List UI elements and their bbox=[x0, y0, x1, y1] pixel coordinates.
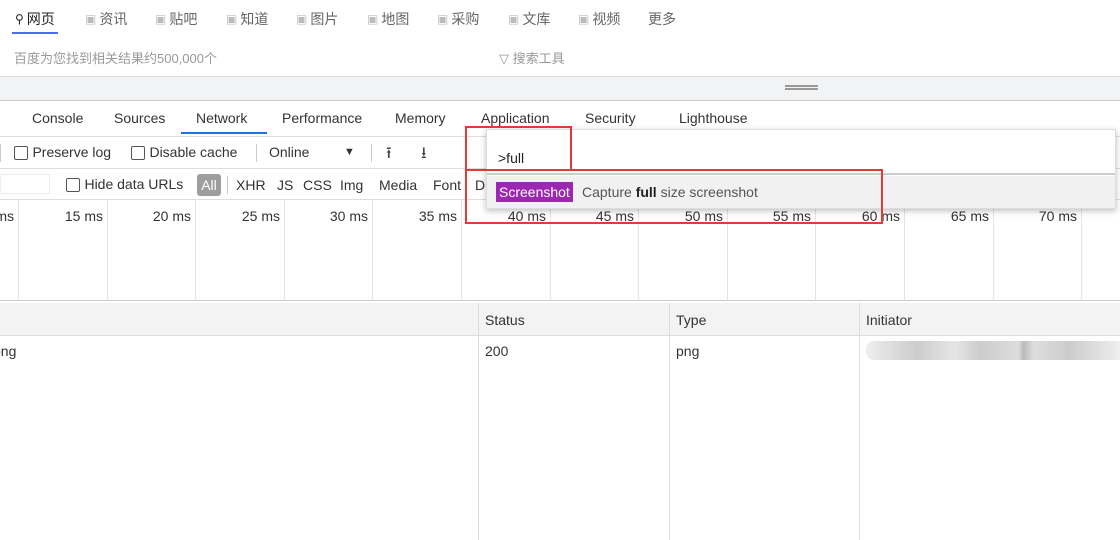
tick-label: 70 ms bbox=[1038, 208, 1077, 224]
devtools-tab-network[interactable]: Network bbox=[196, 110, 247, 126]
row-type: png bbox=[676, 343, 700, 359]
tick-label: 25 ms bbox=[241, 208, 280, 224]
tab-map[interactable]: ▣ 地图 bbox=[367, 9, 409, 29]
tab-tieba[interactable]: ▣ 贴吧 bbox=[155, 9, 197, 29]
tick-label: 20 ms bbox=[152, 208, 191, 224]
tick-line bbox=[107, 200, 108, 301]
map-icon: ▣ bbox=[367, 12, 379, 26]
dropdown-arrow-icon: ▼ bbox=[344, 146, 355, 158]
highlight-box-item bbox=[465, 169, 883, 224]
question-icon: ▣ bbox=[226, 12, 238, 26]
tab-more[interactable]: 更多 bbox=[648, 9, 676, 29]
tick-label: ms bbox=[0, 208, 14, 224]
hide-data-urls-checkbox[interactable]: Hide data URLs bbox=[66, 176, 183, 194]
tab-basket[interactable]: ▣ 采购 bbox=[437, 9, 479, 29]
tieba-icon: ▣ bbox=[155, 12, 167, 26]
filter-img[interactable]: Img bbox=[340, 177, 363, 193]
filter-css[interactable]: CSS bbox=[303, 177, 332, 193]
devtools-resize-bar[interactable] bbox=[0, 76, 1120, 101]
video-icon: ▣ bbox=[578, 12, 590, 26]
row-name[interactable]: png bbox=[0, 343, 16, 359]
row-status: 200 bbox=[485, 343, 509, 359]
devtools-tab-lighthouse[interactable]: Lighthouse bbox=[679, 110, 748, 126]
doc-icon: ▣ bbox=[508, 12, 520, 26]
search-icon: ⚲ bbox=[15, 12, 24, 26]
table-header bbox=[0, 303, 1120, 336]
result-count: 百度为您找到相关结果约500,000个 bbox=[14, 51, 217, 66]
tab-image[interactable]: ▣ 图片 bbox=[296, 9, 338, 29]
tick-line bbox=[284, 200, 285, 301]
tick-label: 35 ms bbox=[418, 208, 457, 224]
tab-question[interactable]: ▣ 知道 bbox=[226, 9, 268, 29]
image-icon: ▣ bbox=[296, 12, 308, 26]
drag-handle-icon[interactable] bbox=[785, 85, 818, 90]
blurred-initiator bbox=[866, 341, 1120, 360]
column-status[interactable]: Status bbox=[485, 312, 525, 328]
devtools-tab-console[interactable]: Console bbox=[32, 110, 83, 126]
tick-label: 15 ms bbox=[64, 208, 103, 224]
tick-label: 65 ms bbox=[950, 208, 989, 224]
tab-video[interactable]: ▣ 视频 bbox=[578, 9, 620, 29]
highlight-box-input bbox=[465, 126, 572, 171]
import-har-icon[interactable]: ⭱ bbox=[386, 142, 392, 169]
tick-line bbox=[372, 200, 373, 301]
tab-news[interactable]: ▣ 资讯 bbox=[85, 9, 127, 29]
tick-line bbox=[461, 200, 462, 301]
devtools-tab-sources[interactable]: Sources bbox=[114, 110, 165, 126]
filter-input[interactable] bbox=[0, 174, 50, 194]
filter-font[interactable]: Font bbox=[433, 177, 461, 193]
tick-line bbox=[18, 200, 19, 301]
export-har-icon[interactable]: ⭳ bbox=[421, 142, 427, 169]
filter-media[interactable]: Media bbox=[379, 177, 417, 193]
devtools-tab-memory[interactable]: Memory bbox=[395, 110, 446, 126]
active-tab-underline bbox=[12, 32, 58, 34]
tick-line bbox=[195, 200, 196, 301]
network-tab-underline bbox=[181, 132, 267, 134]
basket-icon: ▣ bbox=[437, 12, 449, 26]
tick-line bbox=[993, 200, 994, 301]
devtools-tab-application[interactable]: Application bbox=[481, 110, 550, 126]
tab-doc[interactable]: ▣ 文库 bbox=[508, 9, 550, 29]
tick-label: 30 ms bbox=[329, 208, 368, 224]
tick-line bbox=[904, 200, 905, 301]
column-initiator[interactable]: Initiator bbox=[866, 312, 912, 328]
devtools-tab-performance[interactable]: Performance bbox=[282, 110, 362, 126]
disable-cache-checkbox[interactable]: Disable cache bbox=[131, 144, 237, 162]
throttling-select[interactable]: Online ▼ bbox=[269, 144, 359, 162]
preserve-log-checkbox[interactable]: Preserve log bbox=[14, 144, 111, 162]
search-tools-button[interactable]: ▽ 搜索工具 bbox=[499, 48, 565, 67]
filter-icon: ▽ bbox=[499, 51, 513, 66]
tick-line bbox=[1081, 200, 1082, 301]
tab-search[interactable]: ⚲ 网页 bbox=[15, 9, 55, 29]
filter-js[interactable]: JS bbox=[277, 177, 293, 193]
filter-xhr[interactable]: XHR bbox=[236, 177, 266, 193]
filter-all-button[interactable]: All bbox=[197, 174, 221, 196]
devtools-tab-security[interactable]: Security bbox=[585, 110, 636, 126]
column-type[interactable]: Type bbox=[676, 312, 706, 328]
news-icon: ▣ bbox=[85, 12, 97, 26]
